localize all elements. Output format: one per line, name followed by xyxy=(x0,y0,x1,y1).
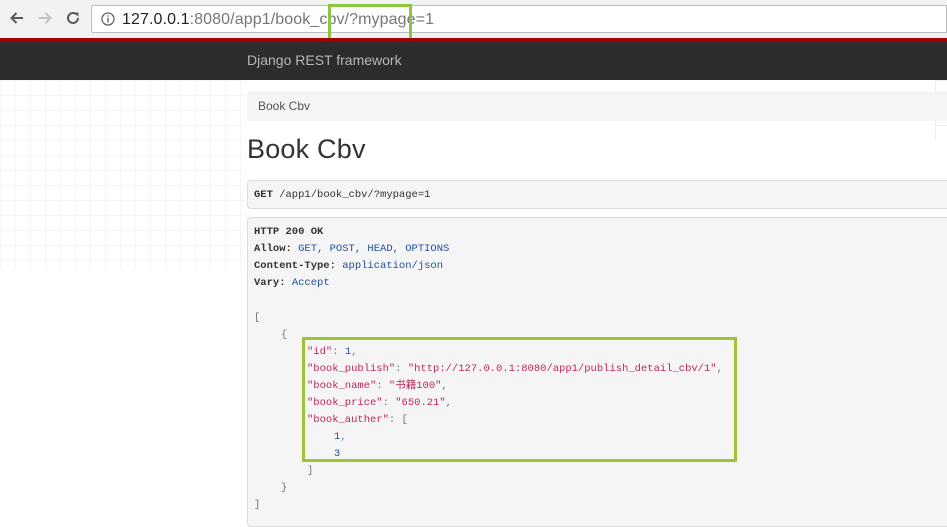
url-query-highlight-box xyxy=(328,4,412,42)
json-open-bracket: [ xyxy=(254,312,261,324)
reload-icon xyxy=(67,11,79,24)
header-vary: Vary: Accept xyxy=(254,277,330,289)
json-open-brace: { xyxy=(281,329,288,341)
drf-navbar: Django REST framework xyxy=(0,42,947,80)
json-close-bracket: ] xyxy=(254,499,261,511)
breadcrumb: Book Cbv xyxy=(247,91,947,121)
request-line: GET /app1/book_cbv/?mypage=1 xyxy=(254,189,430,201)
reload-button[interactable] xyxy=(62,7,84,29)
request-method: GET xyxy=(254,189,273,201)
breadcrumb-item[interactable]: Book Cbv xyxy=(258,99,310,113)
url-host: 127.0.0.1 xyxy=(122,11,190,28)
json-close-inner-bracket: ] xyxy=(307,465,314,477)
grid-background xyxy=(0,80,246,270)
request-path: /app1/book_cbv/?mypage=1 xyxy=(272,189,431,201)
back-button[interactable] xyxy=(6,7,28,29)
arrow-left-icon xyxy=(10,12,23,24)
address-bar[interactable]: 127.0.0.1:8080/app1/book_cbv/?mypage=1 xyxy=(91,5,947,33)
page-title: Book Cbv xyxy=(247,134,366,164)
browser-toolbar: 127.0.0.1:8080/app1/book_cbv/?mypage=1 xyxy=(0,0,947,39)
url-path: :8080/app1/book_cbv/ xyxy=(189,11,350,28)
navbar-brand[interactable]: Django REST framework xyxy=(247,52,402,68)
request-info: GET /app1/book_cbv/?mypage=1 xyxy=(247,180,947,209)
arrow-right-icon xyxy=(39,12,52,24)
json-close-brace: } xyxy=(281,482,288,494)
header-content-type: Content-Type: application/json xyxy=(254,260,444,272)
json-object-highlight-box xyxy=(302,337,737,462)
info-icon[interactable] xyxy=(101,12,115,26)
response-status: HTTP 200 OK xyxy=(254,226,324,238)
header-allow: Allow: GET, POST, HEAD, OPTIONS xyxy=(254,243,450,255)
forward-button[interactable] xyxy=(34,7,56,29)
